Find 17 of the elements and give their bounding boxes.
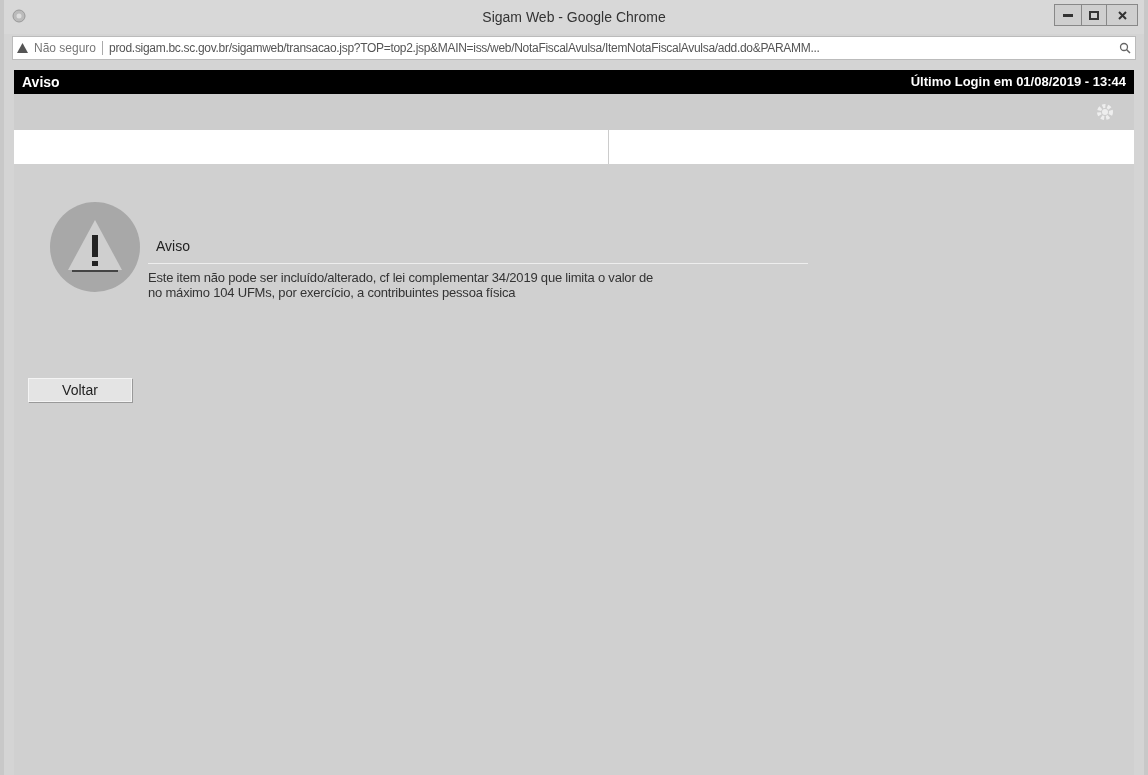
alert-message: Este item não pode ser incluído/alterado, cf lei complementar 34/2019 que limita o valor de no máximo 104 UFMs, por exercício, a contribuintes pessoa física bbox=[148, 270, 654, 300]
warning-icon bbox=[50, 202, 140, 292]
maximize-button[interactable] bbox=[1081, 5, 1107, 25]
close-button[interactable] bbox=[1107, 5, 1137, 25]
header-title: Aviso bbox=[22, 72, 60, 92]
maximize-icon bbox=[1089, 10, 1099, 20]
back-button[interactable]: Voltar bbox=[28, 378, 132, 402]
warning-icon bbox=[17, 43, 28, 53]
last-login-text: Último Login em 01/08/2019 - 13:44 bbox=[910, 73, 1126, 92]
minimize-icon bbox=[1063, 13, 1073, 17]
alert-title: Aviso bbox=[148, 236, 808, 264]
window-title: Sigam Web - Google Chrome bbox=[482, 7, 666, 27]
minimize-button[interactable] bbox=[1055, 5, 1081, 25]
security-label: Não seguro bbox=[34, 40, 97, 57]
close-icon bbox=[1117, 10, 1127, 20]
url-text[interactable]: prod.sigam.bc.sc.gov.br/sigamweb/transacao.jsp?TOP=top2.jsp&MAIN=iss/web/NotaFiscalAvulsa/ItemNotaFiscalAvulsa/add.do&PARAMM... bbox=[109, 39, 820, 57]
zoom-icon[interactable] bbox=[1119, 42, 1131, 54]
